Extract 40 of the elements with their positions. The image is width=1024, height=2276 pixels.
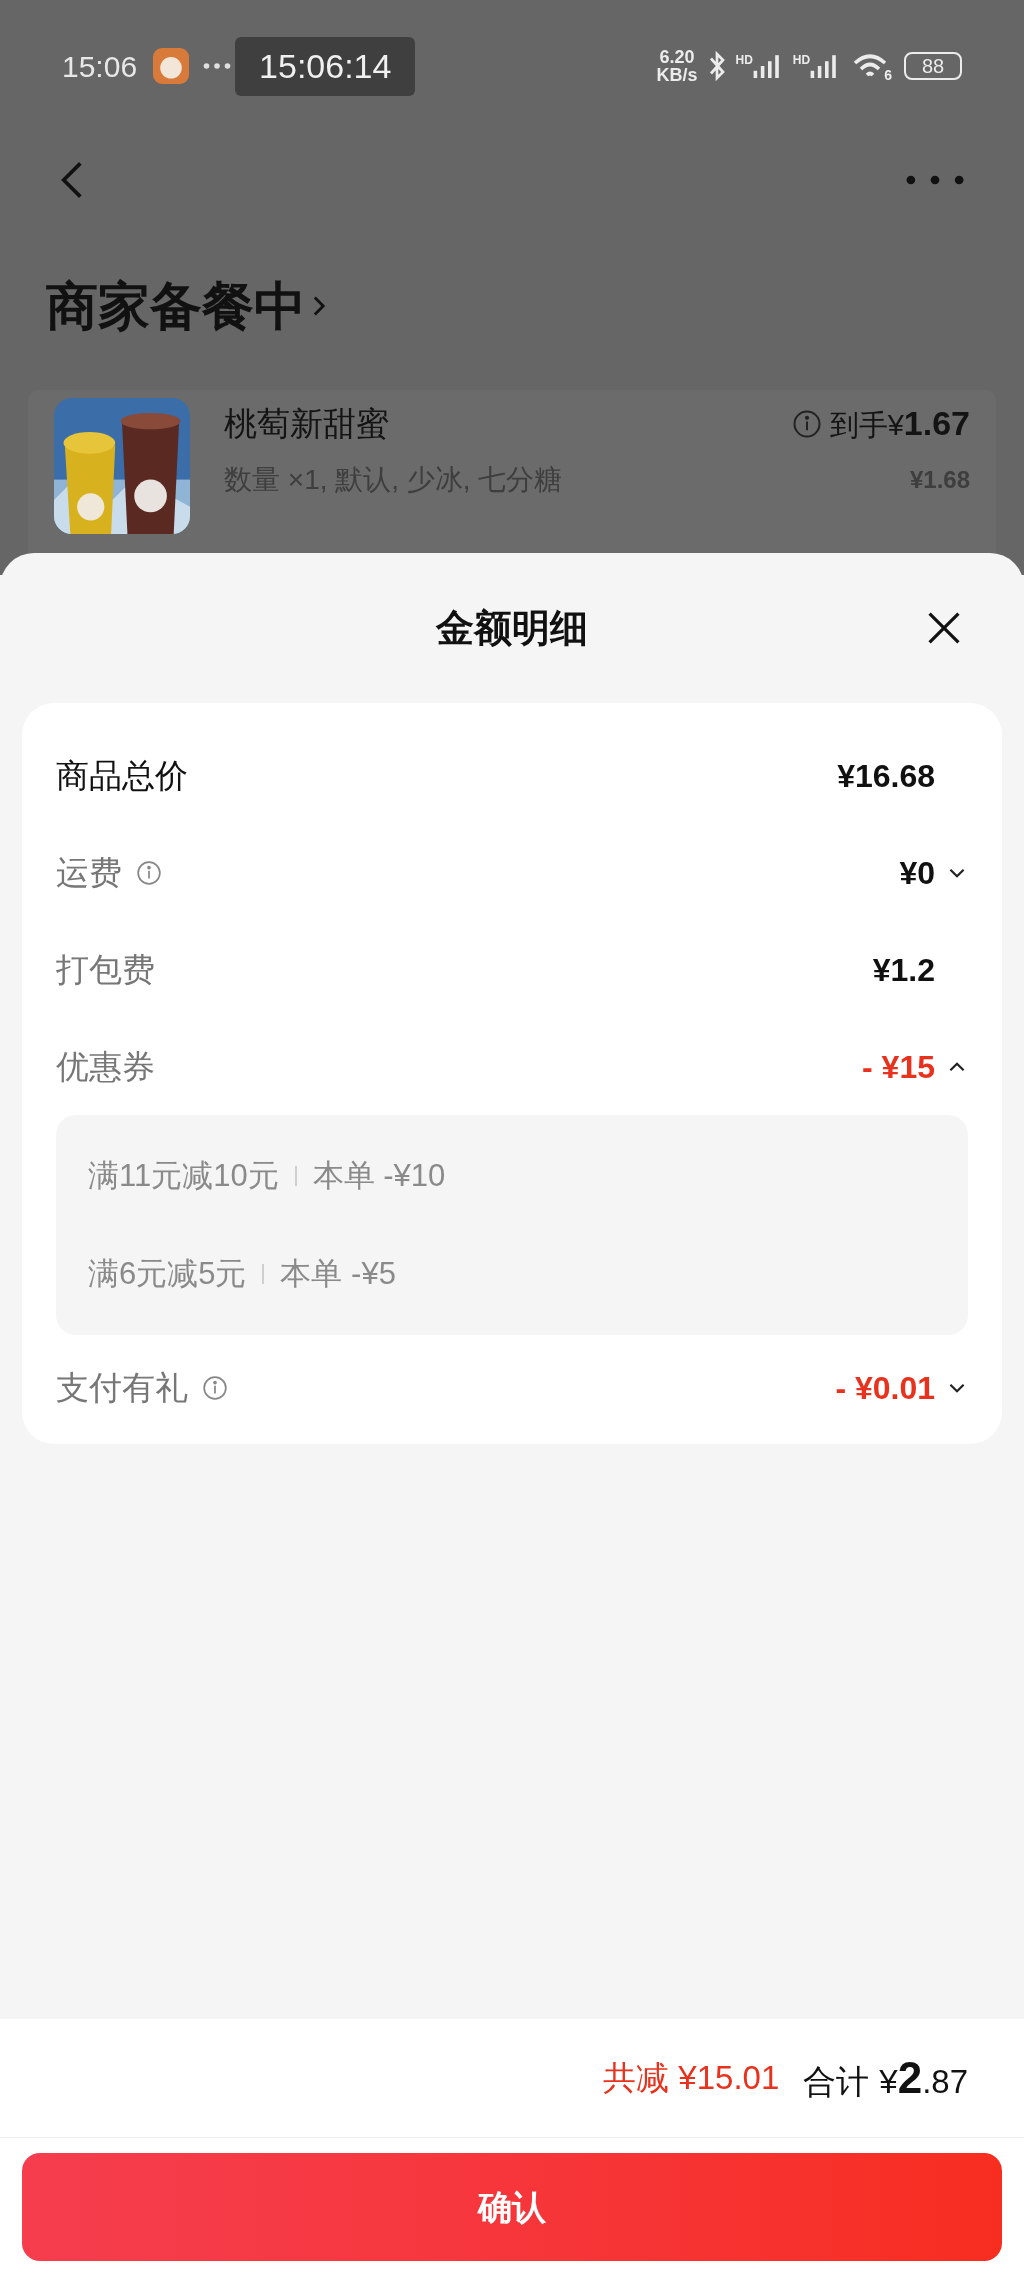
total-amount: ¥2.87 (879, 2052, 968, 2104)
network-speed: 6.20 (659, 48, 695, 66)
app-icon (153, 48, 190, 84)
network-speed-unit: KB/s (656, 66, 698, 84)
total-label: 合计 (803, 2062, 870, 2102)
row-label: 商品总价 (56, 755, 188, 796)
more-options-icon[interactable] (906, 174, 964, 186)
battery-indicator: 88 (904, 52, 962, 80)
order-status-title: 商家备餐中 (46, 276, 306, 337)
back-icon[interactable] (60, 160, 84, 200)
row-amount: ¥0 (899, 853, 935, 893)
info-icon[interactable] (202, 1374, 228, 1401)
coupon-condition: 满11元减10元 (88, 1156, 279, 1195)
capture-time: 15:06:14 (235, 36, 416, 96)
bluetooth-icon (707, 50, 726, 82)
row-label: 打包费 (56, 949, 155, 990)
chevron-right-icon[interactable] (312, 294, 326, 318)
row-label: 运费 (56, 852, 122, 893)
status-time: 15:06 (62, 48, 138, 85)
network-type-label: HD (735, 54, 753, 66)
sheet-title: 金额明细 (436, 605, 588, 651)
confirm-button[interactable]: 确认 (22, 2153, 1002, 2261)
row-label: 支付有礼 (56, 1367, 188, 1408)
row-label: 优惠券 (56, 1046, 155, 1087)
wifi-standard-label: 6 (884, 66, 892, 85)
close-icon[interactable] (926, 610, 962, 646)
row-amount: ¥16.68 (837, 756, 935, 796)
network-type-label: HD (792, 54, 811, 66)
coupon-condition: 满6元减5元 (88, 1254, 247, 1293)
coupon-amount: 本单 -¥10 (312, 1156, 446, 1195)
row-amount: ¥1.2 (872, 950, 935, 990)
row-amount: - ¥0.01 (835, 1368, 935, 1408)
final-price: 到手¥1.67 (829, 403, 970, 444)
coupon-amount: 本单 -¥5 (280, 1254, 396, 1293)
info-icon[interactable] (791, 408, 822, 439)
product-name: 桃萄新甜蜜 (224, 403, 389, 444)
info-icon[interactable] (136, 859, 162, 886)
total-discount: 共减 ¥15.01 (603, 2058, 780, 2099)
row-amount: - ¥15 (862, 1047, 935, 1087)
more-icon (203, 62, 232, 70)
